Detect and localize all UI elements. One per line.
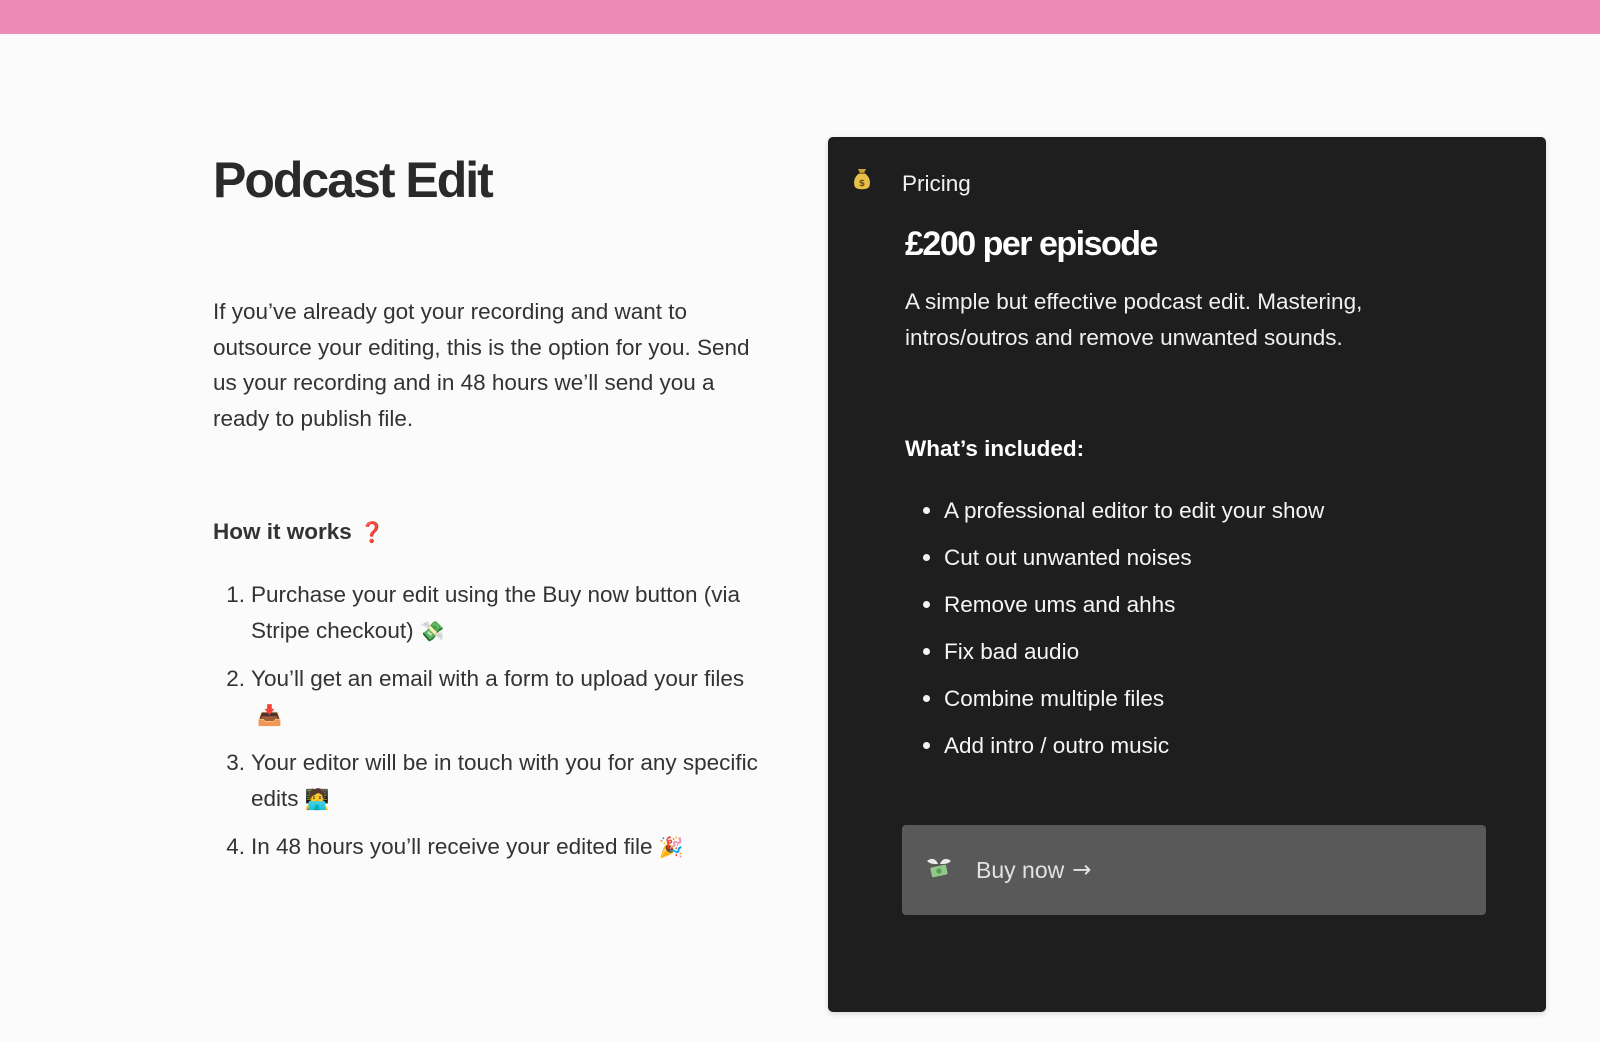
step-number: 4. [226, 834, 245, 859]
how-it-works-label: How it works [213, 519, 352, 544]
feature-text: Fix bad audio [944, 638, 1080, 664]
pricing-label: Pricing [902, 171, 971, 196]
feature-text: Cut out unwanted noises [944, 544, 1192, 570]
plan-description: A simple but effective podcast edit. Mas… [905, 289, 1363, 350]
technologist-icon: 🧑‍💻 [304, 788, 330, 811]
page-title: Podcast Edit [213, 152, 494, 208]
step-item: 1. Purchase your edit using the Buy now … [213, 577, 773, 650]
svg-text:$: $ [859, 179, 865, 189]
money-with-wings-icon [927, 858, 951, 878]
feature-item: A professional editor to edit your show [905, 487, 1324, 534]
feature-text: Add intro / outro music [944, 732, 1170, 758]
step-text: Purchase your edit using the Buy now but… [251, 582, 741, 643]
feature-item: Fix bad audio [905, 628, 1324, 675]
feature-item: Remove ums and ahhs [905, 581, 1324, 628]
features-list: A professional editor to edit your show … [905, 487, 1324, 769]
steps-list: 1. Purchase your edit using the Buy now … [213, 577, 773, 867]
how-it-works-heading: How it works ❓ [213, 516, 773, 549]
feature-item: Cut out unwanted noises [905, 534, 1324, 581]
bullet-icon [923, 648, 930, 655]
arrow-right-icon: → [1072, 857, 1092, 883]
step-number: 1. [226, 582, 245, 607]
step-number: 3. [226, 750, 245, 775]
step-item: 2. You’ll get an email with a form to up… [213, 661, 773, 734]
buy-now-button[interactable]: Buy now → [902, 825, 1486, 915]
bullet-icon [923, 507, 930, 514]
step-text: In 48 hours you’ll receive your edited f… [251, 834, 653, 859]
step-item: 3. Your editor will be in touch with you… [213, 745, 773, 818]
feature-text: Combine multiple files [944, 685, 1165, 711]
feature-item: Combine multiple files [905, 675, 1324, 722]
feature-text: A professional editor to edit your show [944, 497, 1325, 523]
buy-now-label: Buy now [976, 856, 1065, 883]
money-bag-icon: $ [854, 169, 870, 190]
step-number: 2. [226, 666, 245, 691]
description-column: Podcast Edit If you’ve already got your … [213, 150, 773, 878]
feature-text: Remove ums and ahhs [944, 591, 1176, 617]
included-heading: What’s included: [905, 436, 1085, 461]
feature-item: Add intro / outro music [905, 722, 1324, 769]
pricing-card: $ Pricing £200 per episode A simple but … [828, 137, 1546, 1012]
money-with-wings-icon: 💸 [419, 620, 445, 643]
step-text: You’ll get an email with a form to uploa… [251, 666, 745, 691]
bullet-icon [923, 695, 930, 702]
bullet-icon [923, 742, 930, 749]
top-banner [0, 0, 1600, 34]
party-popper-icon: 🎉 [658, 837, 684, 859]
price-heading: £200 per episode [905, 225, 1158, 263]
question-mark-icon: ❓ [359, 522, 385, 544]
bullet-icon [923, 601, 930, 608]
step-item: 4. In 48 hours you’ll receive your edite… [213, 829, 773, 867]
intro-paragraph: If you’ve already got your recording and… [213, 299, 750, 431]
bullet-icon [923, 554, 930, 561]
inbox-tray-icon: 📥 [257, 704, 282, 727]
